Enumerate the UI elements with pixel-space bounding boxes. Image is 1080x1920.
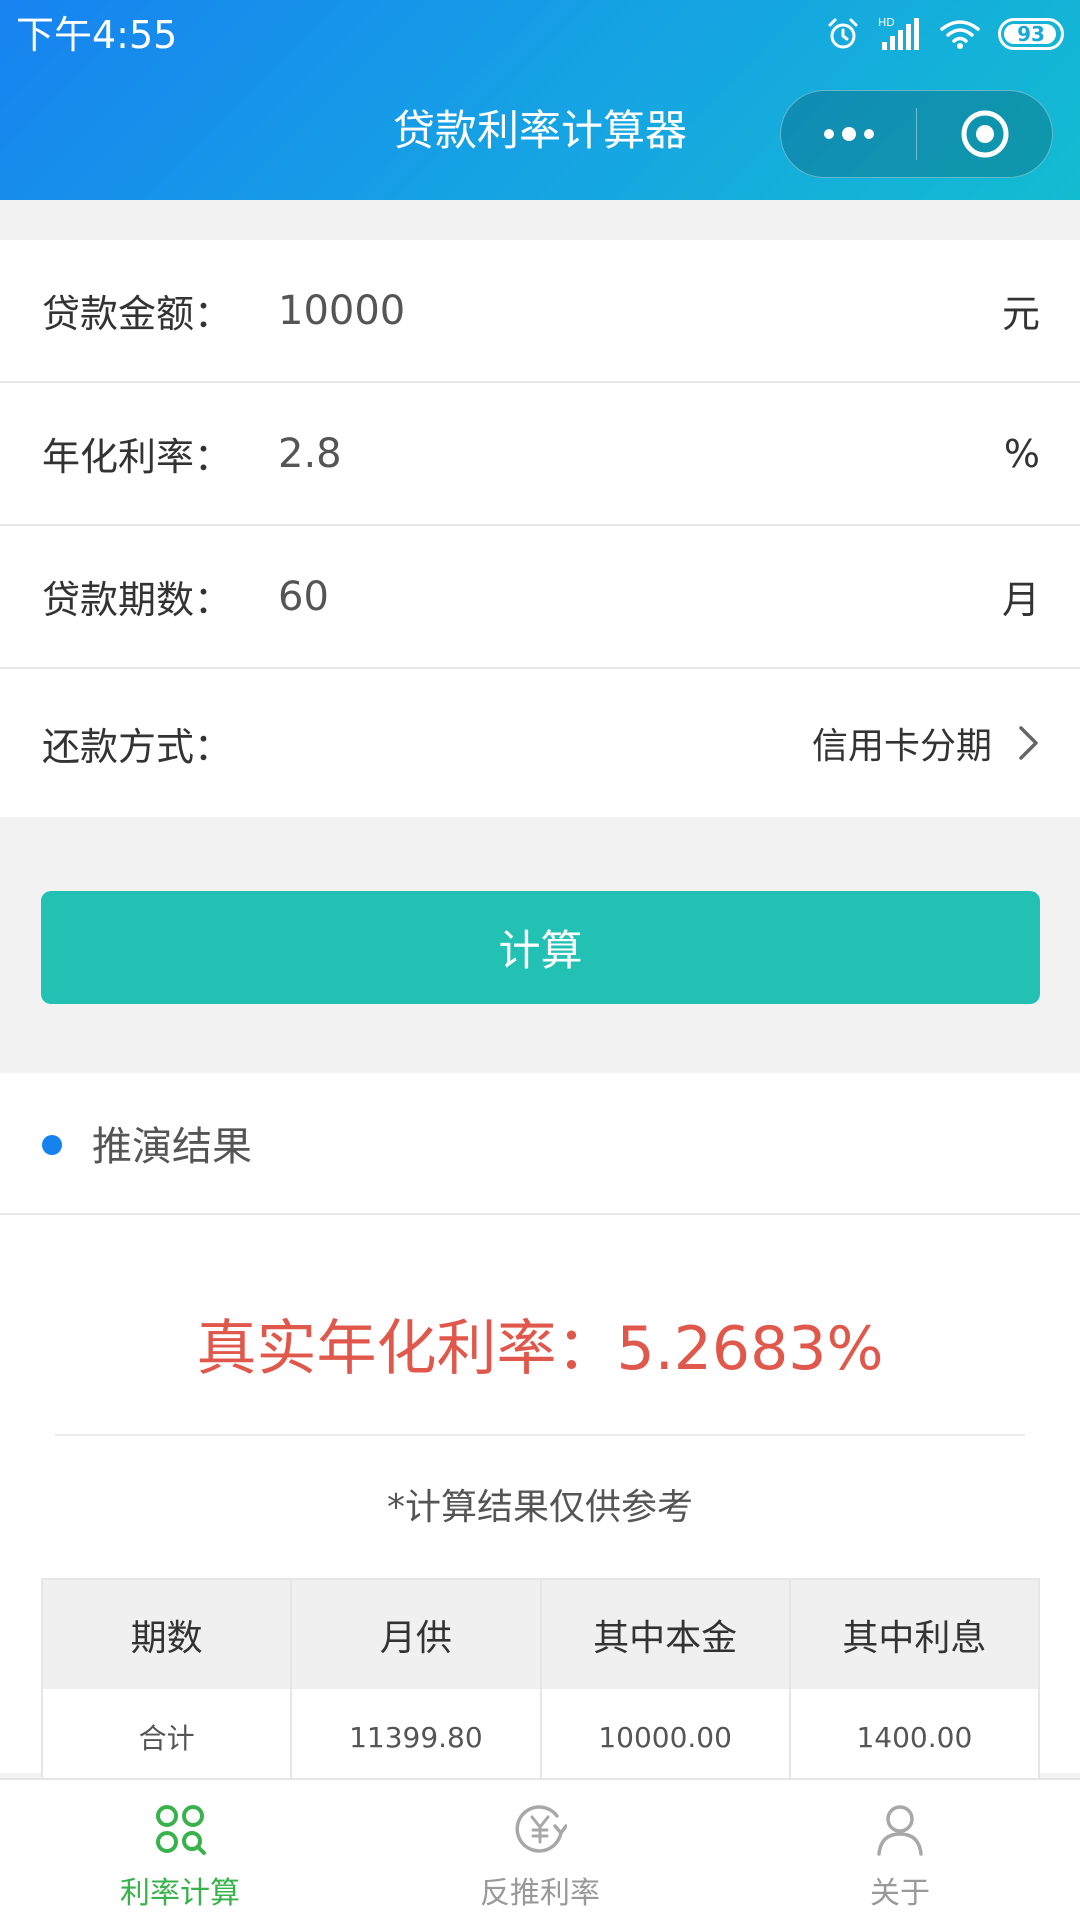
rate-unit: % [1003, 431, 1040, 476]
chevron-right-icon [1019, 726, 1038, 760]
repayment-method-row[interactable]: 还款方式： 信用卡分期 [0, 669, 1080, 817]
status-time: 下午4:55 [16, 13, 178, 57]
mini-program-capsule [780, 90, 1053, 178]
target-close-icon [961, 110, 1008, 158]
tab-label: 关于 [870, 1876, 930, 1911]
results-title: 推演结果 [92, 1124, 252, 1170]
amount-label: 贷款金额： [42, 292, 233, 336]
user-icon [877, 1805, 923, 1856]
battery-level: 93 [1017, 22, 1045, 46]
wifi-icon [940, 20, 980, 49]
rate-calc-icon [156, 1805, 206, 1855]
table-row: 合计 11399.80 10000.00 1400.00 [43, 1689, 1038, 1785]
periods-row: 贷款期数： 60 月 [0, 526, 1080, 669]
tab-about[interactable]: 关于 [720, 1780, 1080, 1920]
tab-reverse-rate[interactable]: 反推利率 [360, 1780, 720, 1920]
nav-header: 下午4:55 HD 93 贷款利率计算器 [0, 0, 1080, 200]
alarm-icon [828, 18, 858, 49]
rate-input[interactable]: 2.8 [278, 431, 342, 477]
battery-icon: 93 [998, 18, 1064, 50]
real-annual-rate: 真实年化利率：5.2683% [196, 1314, 884, 1384]
calculate-button[interactable]: 计算 [41, 891, 1040, 1004]
amount-row: 贷款金额： 10000 元 [0, 240, 1080, 383]
periods-unit: 月 [1001, 578, 1040, 622]
divider [55, 1434, 1025, 1436]
periods-input[interactable]: 60 [278, 574, 329, 620]
close-button[interactable] [917, 91, 1052, 177]
more-dot-right [863, 129, 874, 139]
periods-label: 贷款期数： [42, 578, 233, 622]
yuan-reverse-icon [515, 1805, 567, 1853]
results-header: 推演结果 [0, 1073, 1080, 1215]
status-bar: 下午4:55 HD 93 [0, 0, 1080, 70]
rate-row: 年化利率： 2.8 % [0, 383, 1080, 526]
tab-label: 反推利率 [480, 1876, 600, 1911]
status-icons: HD 93 [826, 12, 1064, 56]
more-button[interactable] [781, 91, 916, 177]
table-cell: 1400.00 [856, 1720, 973, 1754]
loan-form: 贷款金额： 10000 元 年化利率： 2.8 % 贷款期数： 60 月 还款方… [0, 240, 1080, 817]
table-header-cell: 其中利息 [842, 1617, 987, 1659]
tab-label: 利率计算 [120, 1876, 240, 1911]
disclaimer-note: *计算结果仅供参考 [386, 1487, 693, 1528]
table-cell: 11399.80 [292, 1689, 542, 1785]
tab-rate-calc[interactable]: 利率计算 [0, 1780, 360, 1920]
table-header-cell: 期数 [43, 1580, 293, 1689]
table-cell: 10000.00 [542, 1689, 791, 1785]
table-header-cell: 月供 [292, 1580, 542, 1689]
amount-input[interactable]: 10000 [278, 288, 405, 334]
repayment-table: 期数 月供 其中本金 其中利息 合计 11399.80 10000.00 140… [41, 1578, 1040, 1787]
more-dot-center [841, 127, 856, 141]
table-header-cell: 其中本金 [542, 1580, 791, 1689]
results-section: 推演结果 真实年化利率：5.2683% *计算结果仅供参考 期数 月供 其中本金… [0, 1073, 1080, 1787]
amount-unit: 元 [1001, 292, 1040, 336]
repayment-method-select[interactable]: 信用卡分期 [812, 717, 1040, 769]
more-dots-icon [823, 129, 834, 139]
repayment-method-label: 还款方式： [42, 724, 233, 769]
signal-icon: HD [878, 16, 919, 50]
bullet-dot-icon [42, 1135, 62, 1155]
rate-label: 年化利率： [42, 435, 233, 479]
table-header-row: 期数 月供 其中本金 其中利息 [43, 1580, 1038, 1689]
hd-label: HD [878, 16, 895, 29]
table-cell: 合计 [43, 1689, 293, 1785]
repayment-method-value: 信用卡分期 [811, 726, 992, 767]
bottom-tab-bar: 利率计算 反推利率 关于 [0, 1778, 1080, 1920]
